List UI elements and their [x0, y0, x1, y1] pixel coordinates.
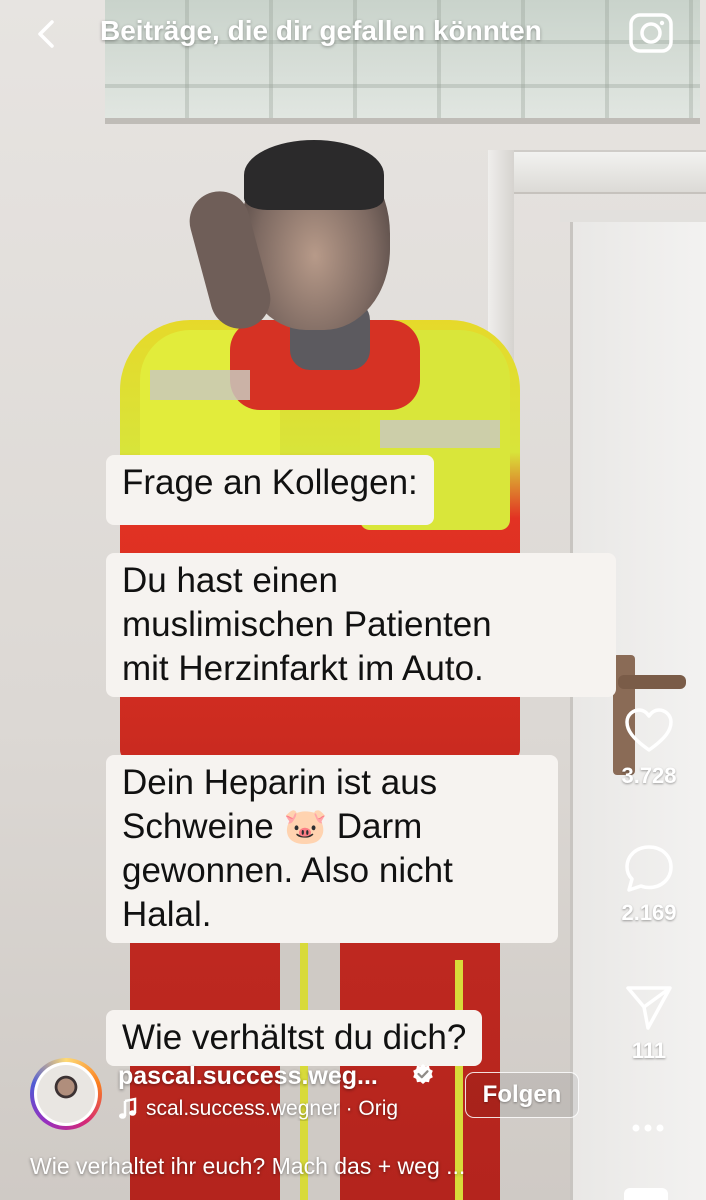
username-link[interactable]: pascal.success.weg...: [118, 1062, 378, 1091]
avatar-ring-inner: [34, 1062, 98, 1126]
overlay-text-line: gewonnen. Also nicht: [122, 851, 453, 890]
more-horizontal-icon: [632, 1124, 664, 1132]
back-button[interactable]: [28, 14, 68, 54]
comment-icon: [625, 845, 673, 892]
heart-icon: [625, 708, 673, 752]
follow-button[interactable]: Folgen: [465, 1072, 579, 1118]
overlay-text-line: Du hast einen: [122, 561, 338, 600]
avatar-image: [37, 1065, 95, 1123]
comment-count: 2.169: [621, 900, 677, 925]
like-button[interactable]: [604, 705, 694, 761]
music-note-icon: [118, 1097, 138, 1121]
share-button[interactable]: [604, 980, 694, 1036]
overlay-text-question: Frage an Kollegen:: [106, 455, 434, 525]
profile-avatar[interactable]: [30, 1058, 102, 1130]
overlay-text-question-2: Wie verhältst du dich?: [106, 1010, 483, 1066]
overlay-text-line: muslimischen Patienten: [122, 605, 492, 644]
overlay-text-line: Schweine 🐷 Darm: [122, 807, 423, 846]
overlay-text-line: mit Herzinfarkt im Auto.: [122, 649, 484, 688]
next-reel-thumbnail: [624, 1188, 668, 1200]
chevron-left-icon: [38, 20, 54, 48]
send-icon: [626, 986, 672, 1030]
audio-attribution[interactable]: scal.success.wegner · Orig: [146, 1097, 426, 1121]
verified-badge-icon: [411, 1063, 435, 1087]
comment-action: 2.169: [604, 842, 694, 926]
overlay-text-line: Frage an Kollegen:: [122, 463, 418, 502]
overlay-text-line: Halal.: [122, 895, 212, 934]
hair: [244, 140, 384, 210]
like-action: 3.728: [604, 705, 694, 789]
camera-button[interactable]: [626, 8, 676, 58]
post-caption[interactable]: Wie verhaltet ihr euch? Mach das + weg .…: [30, 1153, 465, 1180]
like-count: 3.728: [621, 763, 677, 788]
page-title: Beiträge, die dir gefallen könnten: [100, 15, 542, 46]
comment-button[interactable]: [604, 842, 694, 898]
reflective-stripe: [380, 420, 500, 448]
top-bar: Beiträge, die dir gefallen könnten: [0, 0, 706, 70]
overlay-text-line: Dein Heparin ist aus: [122, 763, 438, 802]
camera-icon: [629, 13, 673, 53]
overlay-text-block-3: Dein Heparin ist aus Schweine 🐷 Darm gew…: [106, 755, 558, 943]
more-options-button[interactable]: [628, 1118, 668, 1138]
overlay-text-block-2: Du hast einen muslimischen Patienten mit…: [106, 553, 616, 697]
overlay-text-line: Wie verhältst du dich?: [122, 1018, 467, 1057]
share-count: 111: [631, 1038, 667, 1063]
reflective-stripe: [150, 370, 250, 400]
share-action: 111: [604, 980, 694, 1064]
